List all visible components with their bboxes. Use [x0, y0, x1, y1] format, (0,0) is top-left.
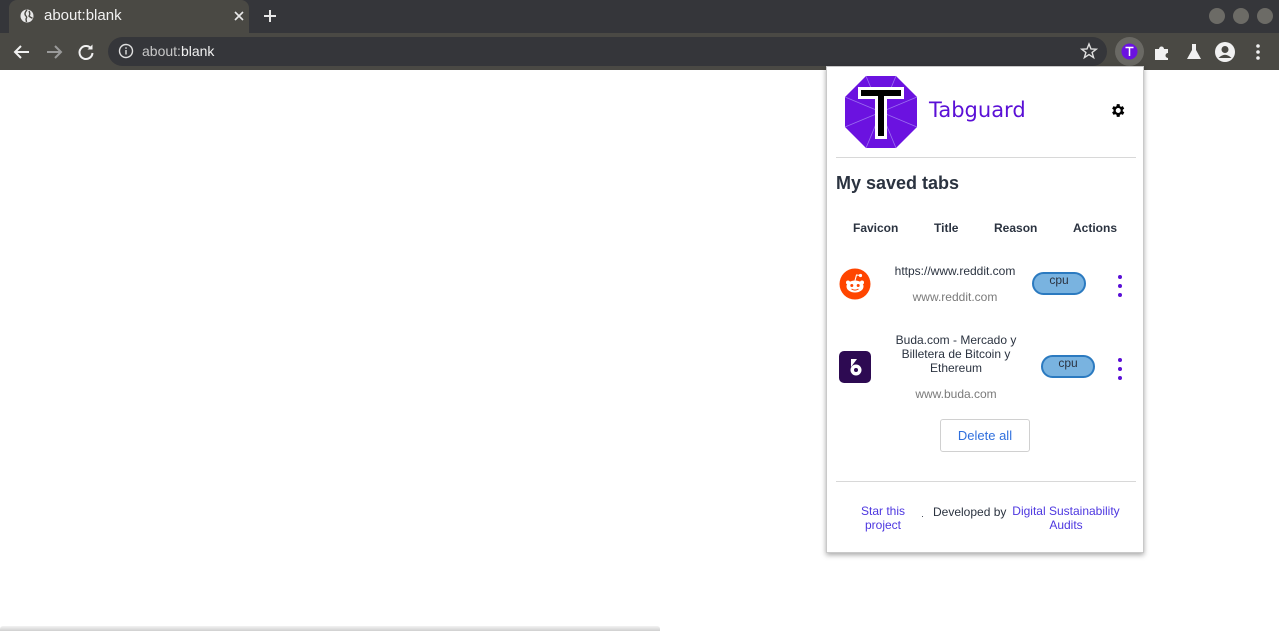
row-actions-kebab-icon[interactable] [1118, 275, 1122, 297]
gear-icon[interactable] [1109, 102, 1126, 119]
reddit-icon [839, 268, 871, 300]
developed-by-text: Developed by [933, 505, 1007, 519]
tabguard-extension-icon [1121, 43, 1138, 60]
tab-title-text: Buda.com - Mercado y Billetera de Bitcoi… [895, 333, 1017, 375]
tab-title: about:blank [44, 7, 122, 24]
divider [836, 157, 1136, 158]
download-shelf-edge [0, 626, 660, 631]
tab-strip: about:blank [0, 0, 1279, 33]
extensions-puzzle-icon[interactable] [1151, 41, 1173, 63]
globe-icon [20, 9, 34, 23]
footer-separator: · [921, 511, 924, 521]
delete-all-button[interactable]: Delete all [940, 419, 1030, 452]
column-header-title: Title [934, 221, 959, 235]
reload-icon[interactable] [75, 41, 97, 63]
brand-name: Tabguard [929, 98, 1026, 122]
star-bookmark-icon[interactable] [1080, 42, 1098, 60]
column-header-favicon: Favicon [853, 221, 899, 235]
forward-icon[interactable] [43, 41, 65, 63]
row-actions-kebab-icon[interactable] [1118, 358, 1122, 380]
tab-domain-text: www.buda.com [915, 387, 997, 401]
address-bar[interactable]: about:blank [108, 37, 1107, 66]
close-icon[interactable] [231, 8, 247, 24]
browser-toolbar: about:blank [0, 33, 1279, 70]
info-icon[interactable] [118, 43, 134, 59]
labs-flask-icon[interactable] [1183, 41, 1205, 63]
profile-avatar-icon[interactable] [1214, 41, 1236, 63]
column-header-actions: Actions [1073, 221, 1118, 235]
tabguard-extension-button[interactable] [1115, 37, 1144, 66]
tabguard-logo [844, 75, 918, 149]
maximize-icon[interactable] [1233, 8, 1249, 24]
star-project-link[interactable]: Star this project [851, 504, 915, 532]
close-window-icon[interactable] [1257, 8, 1273, 24]
divider [836, 481, 1136, 482]
url-host: blank [180, 43, 215, 59]
reason-badge: cpu [1041, 355, 1095, 378]
tabguard-popup: Tabguard My saved tabs Favicon Title Rea… [826, 66, 1144, 553]
column-header-reason: Reason [994, 221, 1038, 235]
url-scheme: about: [142, 43, 181, 59]
browser-tab[interactable]: about:blank [9, 0, 249, 33]
tab-title-text: https://www.reddit.com [894, 264, 1016, 278]
menu-kebab-icon[interactable] [1247, 41, 1269, 63]
back-icon[interactable] [11, 41, 33, 63]
new-tab-icon[interactable] [261, 7, 279, 25]
reason-badge: cpu [1032, 272, 1086, 295]
section-title: My saved tabs [836, 173, 960, 193]
url-text: about:blank [142, 43, 214, 59]
buda-icon [839, 351, 871, 383]
tab-domain-text: www.reddit.com [912, 290, 998, 304]
developer-link[interactable]: Digital Sustainability Audits [1006, 504, 1126, 532]
minimize-icon[interactable] [1209, 8, 1225, 24]
